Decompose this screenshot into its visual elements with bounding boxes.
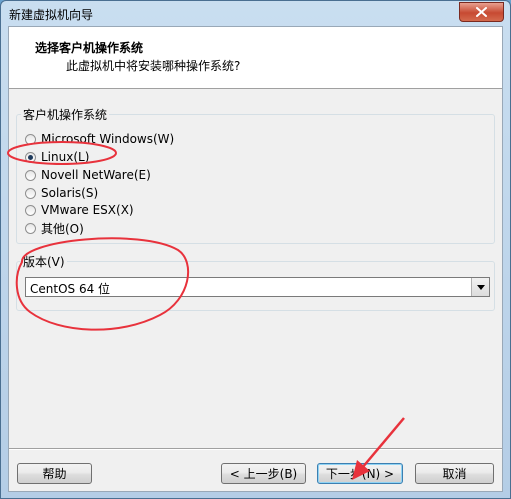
radio-button[interactable] [25, 204, 36, 216]
help-button[interactable]: 帮助 [17, 463, 92, 484]
window-title: 新建虚拟机向导 [9, 8, 94, 22]
radio-label: Microsoft Windows(W) [41, 132, 175, 146]
cancel-button[interactable]: 取消 [415, 463, 494, 484]
cancel-button-label: 取消 [442, 467, 467, 481]
os-group-label: 客户机操作系统 [21, 106, 110, 123]
dropdown-arrow-button[interactable] [471, 278, 489, 296]
title-bar[interactable]: 新建虚拟机向导 [1, 1, 510, 25]
radio-option-linux[interactable]: Linux(L) [25, 148, 89, 166]
version-select[interactable]: CentOS 64 位 [25, 277, 490, 297]
radio-label: 其他(O) [41, 221, 84, 236]
radio-option-windows[interactable]: Microsoft Windows(W) [25, 130, 174, 148]
back-button-label: < 上一步(B) [229, 467, 298, 481]
wizard-header: 选择客户机操作系统 此虚拟机中将安装哪种操作系统? [9, 27, 502, 89]
next-button[interactable]: 下一步(N) > [317, 463, 403, 484]
chevron-down-icon [476, 284, 485, 290]
close-button[interactable] [459, 2, 504, 22]
radio-button[interactable] [25, 169, 36, 181]
help-button-label: 帮助 [42, 467, 67, 481]
version-select-value: CentOS 64 位 [30, 282, 111, 296]
next-button-label: 下一步(N) > [325, 467, 395, 481]
radio-label: Novell NetWare(E) [41, 168, 151, 182]
wizard-client-area: 选择客户机操作系统 此虚拟机中将安装哪种操作系统? 客户机操作系统 Micros… [8, 26, 503, 492]
radio-button-selected[interactable] [25, 151, 36, 163]
radio-button[interactable] [25, 222, 36, 234]
radio-label: Linux(L) [41, 150, 90, 164]
page-subtitle: 此虚拟机中将安装哪种操作系统? [66, 59, 241, 73]
radio-option-esx[interactable]: VMware ESX(X) [25, 201, 134, 219]
wizard-window: 新建虚拟机向导 选择客户机操作系统 此虚拟机中将安装哪种操作系统? 客户机操作系… [0, 0, 511, 499]
back-button[interactable]: < 上一步(B) [221, 463, 306, 484]
radio-option-other[interactable]: 其他(O) [25, 219, 84, 237]
radio-option-solaris[interactable]: Solaris(S) [25, 184, 98, 202]
radio-button[interactable] [25, 133, 36, 145]
radio-option-netware[interactable]: Novell NetWare(E) [25, 166, 151, 184]
close-x-icon [476, 7, 487, 17]
radio-label: Solaris(S) [41, 186, 99, 200]
radio-label: VMware ESX(X) [41, 203, 134, 217]
footer-divider [9, 448, 502, 450]
version-group-label: 版本(V) [21, 253, 67, 270]
radio-button[interactable] [25, 187, 36, 199]
page-title: 选择客户机操作系统 [35, 41, 144, 55]
